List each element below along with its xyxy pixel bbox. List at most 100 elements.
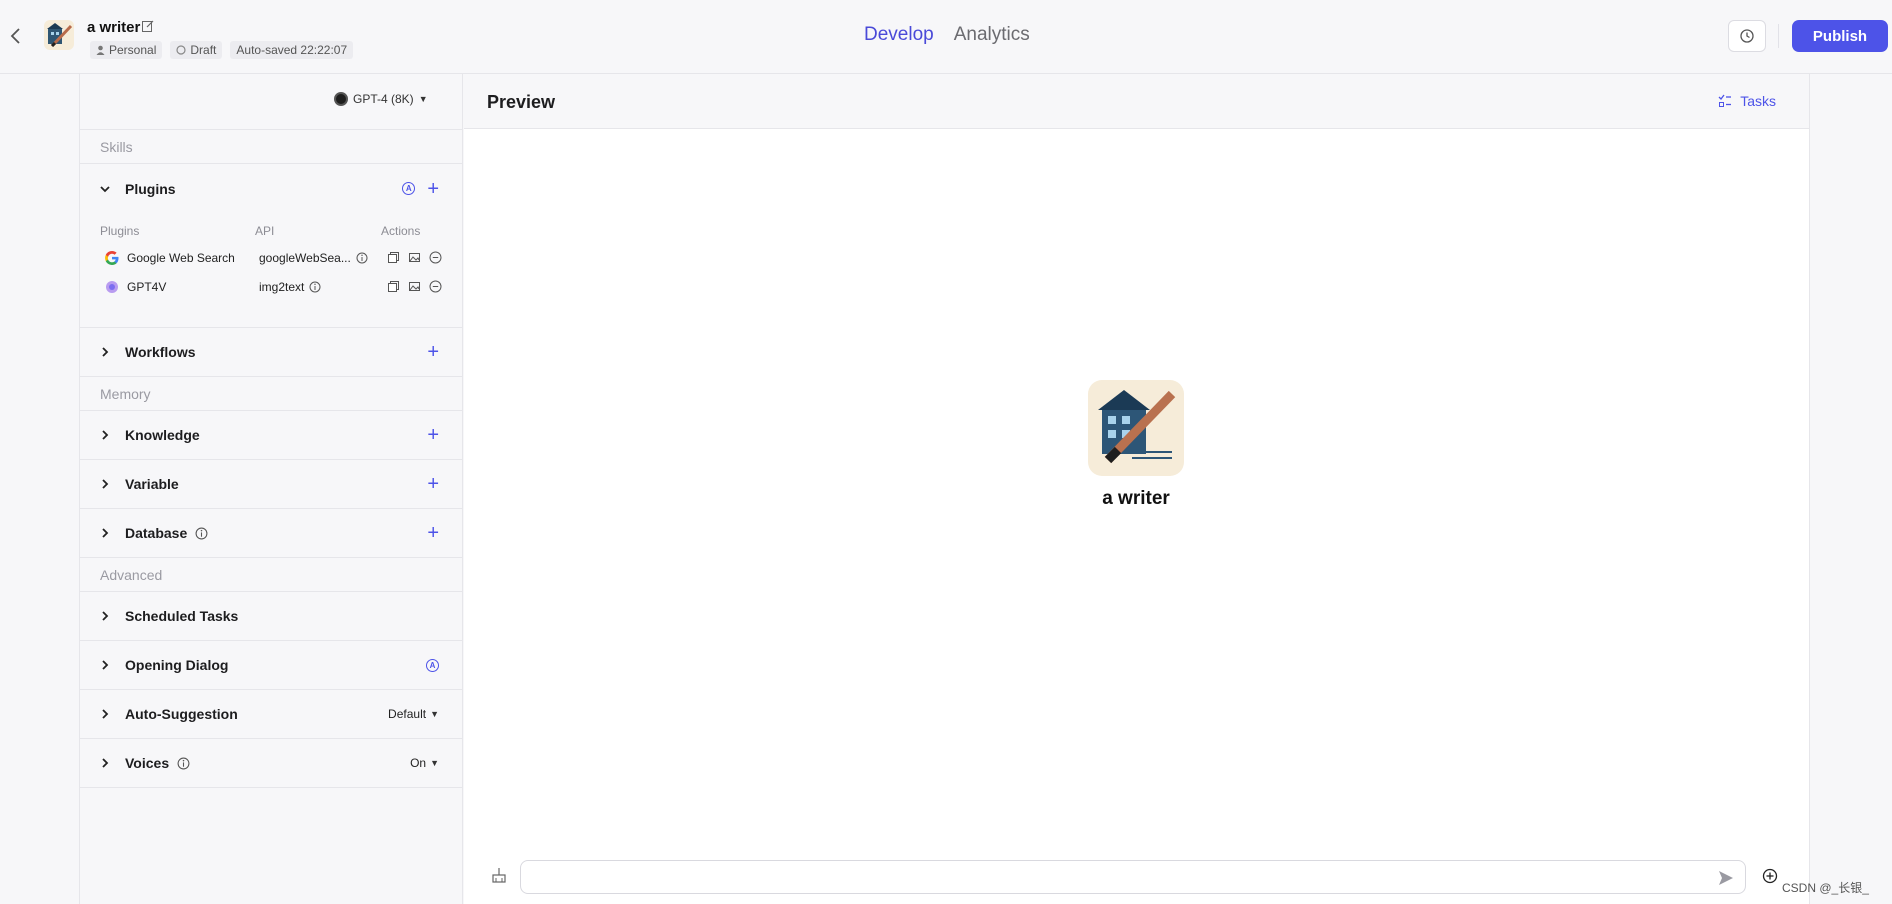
plugins-block: Plugins A + Plugins API Actions Google W… (80, 164, 463, 328)
info-icon[interactable] (356, 252, 368, 264)
add-variable-button[interactable]: + (427, 474, 439, 494)
plugin-name: Google Web Search (127, 251, 235, 265)
config-panel: GPT-4 (8K) ▼ Skills Plugins A + Plugins … (79, 74, 463, 904)
plugins-header[interactable]: Plugins A + (80, 164, 463, 213)
workflows-label: Workflows (125, 344, 196, 360)
info-icon[interactable] (309, 281, 321, 293)
voices-row[interactable]: Voices On ▼ (80, 739, 463, 788)
database-row[interactable]: Database + (80, 509, 463, 558)
publish-button[interactable]: Publish (1792, 20, 1888, 52)
header-divider (1778, 24, 1779, 48)
api-name: googleWebSea... (259, 251, 351, 265)
chevron-down-icon[interactable] (100, 184, 110, 194)
chat-input[interactable] (531, 867, 1711, 889)
bot-avatar (1088, 380, 1184, 476)
image-icon[interactable] (408, 280, 421, 293)
tasks-button[interactable]: Tasks (1718, 93, 1776, 109)
draft-icon (176, 45, 186, 55)
auto-icon[interactable]: A (402, 182, 416, 195)
tasks-label: Tasks (1740, 93, 1776, 109)
back-arrow-icon[interactable] (8, 26, 24, 46)
opening-dialog-row[interactable]: Opening Dialog A (80, 641, 463, 690)
tab-analytics[interactable]: Analytics (954, 24, 1030, 46)
knowledge-label: Knowledge (125, 427, 200, 443)
info-icon[interactable] (195, 527, 208, 540)
bot-name: a writer (1102, 488, 1170, 509)
knowledge-row[interactable]: Knowledge + (80, 411, 463, 460)
auto-suggestion-select[interactable]: Default ▼ (388, 707, 439, 721)
plugin-row: Google Web Search googleWebSea... (100, 248, 442, 268)
voices-value: On (410, 756, 427, 770)
auto-suggestion-row[interactable]: Auto-Suggestion Default ▼ (80, 690, 463, 739)
remove-icon[interactable] (429, 280, 442, 293)
workflows-row[interactable]: Workflows + (80, 328, 463, 377)
google-icon (105, 251, 119, 265)
app-title: a writer (87, 19, 141, 36)
clear-chat-icon[interactable] (490, 866, 508, 884)
add-circle-icon[interactable] (1762, 868, 1778, 884)
tab-develop[interactable]: Develop (864, 24, 934, 46)
draft-chip: Draft (170, 41, 223, 59)
copy-icon[interactable] (387, 280, 400, 293)
copy-icon[interactable] (387, 251, 400, 264)
add-plugin-button[interactable]: + (427, 179, 439, 199)
variable-row[interactable]: Variable + (80, 460, 463, 509)
col-actions: Actions (381, 224, 421, 238)
remove-icon[interactable] (429, 251, 442, 264)
history-button[interactable] (1728, 20, 1766, 52)
api-name: img2text (259, 280, 305, 294)
chevron-right-icon (102, 479, 109, 489)
send-icon[interactable] (1717, 869, 1735, 887)
info-icon[interactable] (177, 757, 190, 770)
plugin-api: googleWebSea... (259, 251, 368, 265)
plugins-label: Plugins (125, 180, 176, 197)
preview-title: Preview (487, 92, 556, 112)
autosave-chip: Auto-saved 22:22:07 (230, 41, 354, 59)
openai-icon (334, 92, 348, 106)
plugin-name: GPT4V (127, 280, 167, 294)
chevron-right-icon (102, 660, 109, 670)
draft-label: Draft (190, 43, 217, 57)
plugin-row: GPT4V img2text (100, 277, 442, 297)
caret-down-icon: ▼ (430, 758, 439, 768)
person-icon (96, 45, 105, 55)
add-knowledge-button[interactable]: + (427, 425, 439, 445)
auto-suggestion-value: Default (388, 707, 427, 721)
chevron-right-icon (102, 430, 109, 440)
top-bar: a writer Personal Draft Auto-saved 22:22… (0, 0, 1892, 74)
status-chips: Personal Draft Auto-saved 22:22:07 (90, 41, 354, 59)
chevron-right-icon (102, 347, 109, 357)
model-selector[interactable]: GPT-4 (8K) ▼ (334, 92, 428, 106)
nav-tabs: Develop Analytics (864, 24, 1030, 46)
add-workflow-button[interactable]: + (427, 342, 439, 362)
plugin-table-header: Plugins API Actions (100, 224, 440, 240)
auto-suggestion-label: Auto-Suggestion (125, 706, 238, 722)
opening-dialog-label: Opening Dialog (125, 657, 229, 673)
chevron-right-icon (102, 528, 109, 538)
variable-label: Variable (125, 476, 179, 492)
edit-icon[interactable] (141, 19, 155, 33)
col-plugins: Plugins (100, 224, 140, 238)
personal-chip: Personal (90, 41, 163, 59)
plugin-api: img2text (259, 280, 321, 294)
tasks-icon (1718, 94, 1732, 107)
model-label: GPT-4 (8K) (353, 92, 414, 106)
caret-down-icon: ▼ (430, 709, 439, 719)
plugin-actions (387, 280, 442, 293)
database-label: Database (125, 525, 188, 541)
section-advanced: Advanced (80, 558, 463, 592)
voices-label: Voices (125, 755, 170, 771)
watermark: CSDN @_长银_ (1782, 881, 1869, 895)
auto-icon[interactable]: A (426, 658, 439, 672)
section-memory: Memory (80, 377, 463, 411)
image-icon[interactable] (408, 251, 421, 264)
add-database-button[interactable]: + (427, 523, 439, 543)
chevron-right-icon (102, 758, 109, 768)
chevron-right-icon (102, 709, 109, 719)
voices-select[interactable]: On ▼ (410, 756, 439, 770)
gpt4v-icon (106, 281, 118, 293)
col-api: API (255, 224, 275, 238)
plugin-actions (387, 251, 442, 264)
chevron-right-icon (102, 611, 109, 621)
scheduled-tasks-row[interactable]: Scheduled Tasks (80, 592, 463, 641)
